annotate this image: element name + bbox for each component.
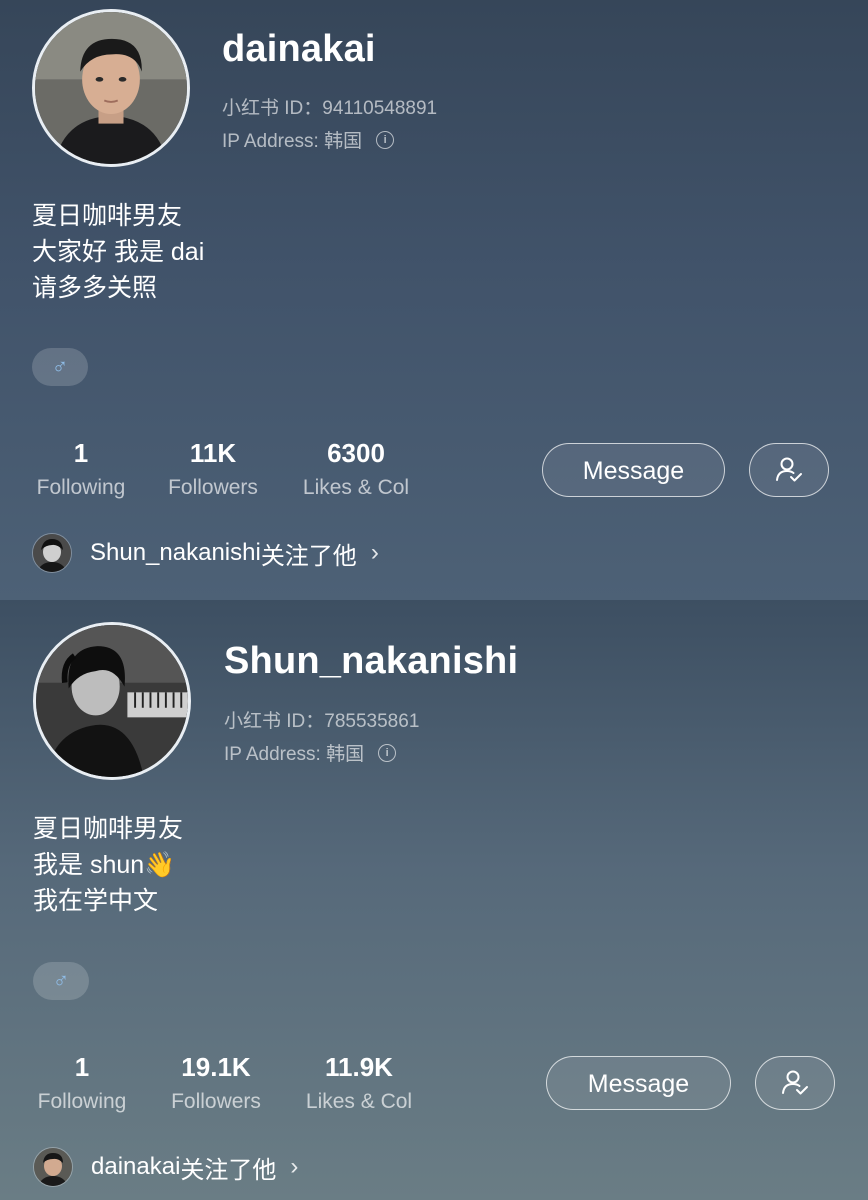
profile-username: dainakai <box>222 28 376 70</box>
profile-id-value: 785535861 <box>324 711 420 732</box>
profile-card-dainakai: dainakai 小红书 ID：94110548891 IP Address: … <box>0 0 868 600</box>
person-check-icon <box>776 457 802 482</box>
profile-id-label: 小红书 ID： <box>224 711 325 732</box>
stat-likes-value: 11.9K <box>325 1052 393 1082</box>
profile-id: 小红书 ID：785535861 <box>224 706 419 733</box>
profile-id: 小红书 ID：94110548891 <box>222 93 437 120</box>
stat-following-label: Following <box>36 476 126 499</box>
profile-username: Shun_nakanishi <box>224 640 519 682</box>
profile-id-value: 94110548891 <box>322 98 438 119</box>
mutual-text: 关注了他 <box>180 1156 277 1184</box>
profile-id-label: 小红书 ID： <box>222 98 323 119</box>
bio-line: 夏日咖啡男友 <box>32 202 183 230</box>
stat-following[interactable]: 1 Following <box>28 438 134 500</box>
profile-ip-value: 韩国 <box>326 744 365 765</box>
gender-male-icon: ♂ <box>33 962 89 1000</box>
stat-likes-label: Likes & Col <box>305 1090 413 1113</box>
message-button[interactable]: Message <box>546 1056 731 1110</box>
bio-line: 请多多关照 <box>32 274 158 302</box>
stat-followers-label: Followers <box>168 476 258 499</box>
profile-ip: IP Address: 韩国 i <box>224 739 397 766</box>
mutual-follow-link[interactable]: Shun_nakanishi 关注了他 › <box>32 533 379 573</box>
profile-card-shun-nakanishi: Shun_nakanishi 小红书 ID：785535861 IP Addre… <box>0 600 868 1200</box>
following-toggle-button[interactable] <box>755 1056 835 1110</box>
profile-avatar[interactable] <box>33 622 191 780</box>
profile-bio: 夏日咖啡男友 我是 shun👋 我在学中文 <box>33 811 183 919</box>
stat-followers[interactable]: 11K Followers <box>160 438 266 500</box>
stat-following-value: 1 <box>74 1052 90 1082</box>
bio-line: 我在学中文 <box>33 887 159 915</box>
info-icon[interactable]: i <box>378 743 397 762</box>
bio-line: 夏日咖啡男友 <box>33 815 184 843</box>
mutual-follow-link[interactable]: dainakai 关注了他 › <box>33 1147 298 1187</box>
gender-male-icon: ♂ <box>32 348 88 386</box>
stat-following[interactable]: 1 Following <box>29 1052 135 1114</box>
mutual-username: dainakai <box>91 1153 181 1180</box>
bio-line: 我是 shun👋 <box>33 851 176 879</box>
profile-bio: 夏日咖啡男友 大家好 我是 dai 请多多关照 <box>32 198 204 306</box>
mutual-avatar <box>33 1147 73 1187</box>
stat-followers-label: Followers <box>171 1090 261 1113</box>
profile-ip-value: 韩国 <box>324 131 363 152</box>
stat-likes-label: Likes & Col <box>302 476 410 499</box>
chevron-right-icon: › <box>290 1153 299 1180</box>
stat-likes-collections[interactable]: 6300 Likes & Col <box>294 438 418 500</box>
mutual-username: Shun_nakanishi <box>90 539 261 566</box>
mutual-text: 关注了他 <box>260 542 357 570</box>
stat-followers-value: 19.1K <box>181 1052 251 1082</box>
stat-followers[interactable]: 19.1K Followers <box>162 1052 270 1114</box>
chevron-right-icon: › <box>370 539 379 566</box>
bio-line: 大家好 我是 dai <box>32 238 205 266</box>
profile-ip-label: IP Address: <box>222 131 325 152</box>
stat-followers-value: 11K <box>189 438 237 468</box>
profile-avatar[interactable] <box>32 9 190 167</box>
info-icon[interactable]: i <box>376 130 395 149</box>
profile-ip: IP Address: 韩国 i <box>222 126 395 153</box>
profile-ip-label: IP Address: <box>224 744 327 765</box>
person-check-icon <box>782 1070 808 1095</box>
stat-following-label: Following <box>37 1090 127 1113</box>
following-toggle-button[interactable] <box>749 443 829 497</box>
stat-likes-collections[interactable]: 11.9K Likes & Col <box>297 1052 421 1114</box>
mutual-avatar <box>32 533 72 573</box>
stat-following-value: 1 <box>73 438 89 468</box>
message-button[interactable]: Message <box>542 443 725 497</box>
stat-likes-value: 6300 <box>327 438 385 468</box>
